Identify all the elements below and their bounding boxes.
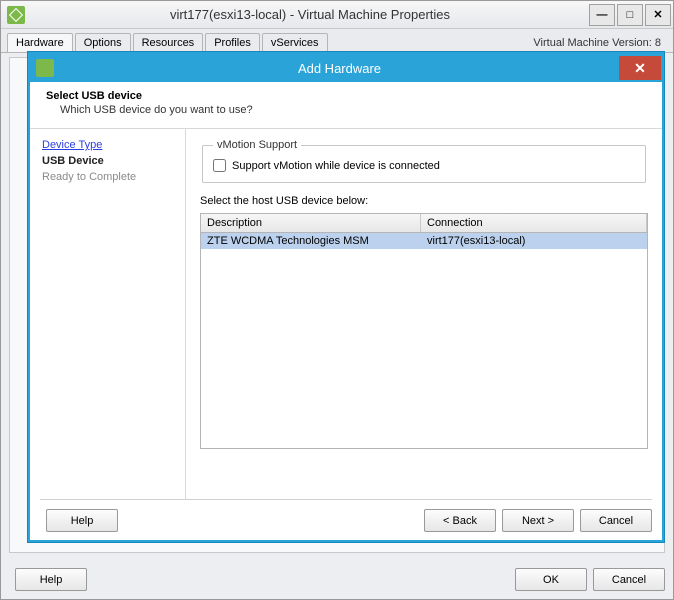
- device-connection: virt177(esxi13-local): [421, 233, 647, 249]
- device-list-header: Description Connection: [201, 214, 647, 233]
- maximize-button[interactable]: □: [617, 4, 643, 26]
- child-close-button[interactable]: ✕: [619, 56, 661, 80]
- step-device-type[interactable]: Device Type: [42, 139, 173, 151]
- wizard-footer: Help < Back Next > Cancel: [40, 503, 652, 532]
- add-hardware-window: Add Hardware ✕ Select USB device Which U…: [28, 52, 664, 542]
- tab-hardware[interactable]: Hardware: [7, 33, 73, 52]
- col-header-connection[interactable]: Connection: [421, 214, 647, 232]
- wizard-header: Select USB device Which USB device do yo…: [30, 82, 662, 129]
- minimize-button[interactable]: —: [589, 4, 615, 26]
- step-ready: Ready to Complete: [42, 171, 173, 183]
- device-list[interactable]: Description Connection ZTE WCDMA Technol…: [200, 213, 648, 449]
- device-description: ZTE WCDMA Technologies MSM: [201, 233, 421, 249]
- vm-version-label: Virtual Machine Version: 8: [527, 34, 667, 52]
- close-button[interactable]: ✕: [645, 4, 671, 26]
- wizard-steps: Device Type USB Device Ready to Complete: [30, 129, 186, 499]
- window-controls: — □ ✕: [589, 4, 673, 26]
- step-usb-device: USB Device: [42, 155, 173, 167]
- tabstrip: Hardware Options Resources Profiles vSer…: [1, 29, 673, 53]
- footer-divider: [40, 499, 652, 500]
- tab-options[interactable]: Options: [75, 33, 131, 52]
- vsphere-icon: [36, 59, 54, 77]
- child-title: Add Hardware: [60, 61, 619, 76]
- tab-resources[interactable]: Resources: [133, 33, 204, 52]
- vmotion-checkbox-row[interactable]: Support vMotion while device is connecte…: [213, 159, 635, 172]
- wizard-cancel-button[interactable]: Cancel: [580, 509, 652, 532]
- child-titlebar: Add Hardware ✕: [30, 54, 662, 82]
- tab-profiles[interactable]: Profiles: [205, 33, 260, 52]
- parent-title: virt177(esxi13-local) - Virtual Machine …: [31, 7, 589, 22]
- wizard-subheading: Which USB device do you want to use?: [60, 104, 646, 116]
- wizard-main: vMotion Support Support vMotion while de…: [186, 129, 662, 499]
- wizard-back-button[interactable]: < Back: [424, 509, 496, 532]
- wizard-body: Device Type USB Device Ready to Complete…: [30, 129, 662, 499]
- device-list-label: Select the host USB device below:: [200, 195, 648, 207]
- tab-vservices[interactable]: vServices: [262, 33, 328, 52]
- parent-cancel-button[interactable]: Cancel: [593, 568, 665, 591]
- parent-titlebar: virt177(esxi13-local) - Virtual Machine …: [1, 1, 673, 29]
- parent-ok-button[interactable]: OK: [515, 568, 587, 591]
- vmotion-group: vMotion Support Support vMotion while de…: [202, 139, 646, 183]
- col-header-description[interactable]: Description: [201, 214, 421, 232]
- device-row[interactable]: ZTE WCDMA Technologies MSM virt177(esxi1…: [201, 233, 647, 249]
- vmotion-checkbox[interactable]: [213, 159, 226, 172]
- parent-help-button[interactable]: Help: [15, 568, 87, 591]
- parent-footer: Help OK Cancel: [9, 568, 665, 591]
- wizard-help-button[interactable]: Help: [46, 509, 118, 532]
- wizard-heading: Select USB device: [46, 90, 646, 102]
- vsphere-icon: [7, 6, 25, 24]
- vmotion-legend: vMotion Support: [213, 139, 301, 151]
- vmotion-checkbox-label: Support vMotion while device is connecte…: [232, 160, 440, 172]
- wizard-next-button[interactable]: Next >: [502, 509, 574, 532]
